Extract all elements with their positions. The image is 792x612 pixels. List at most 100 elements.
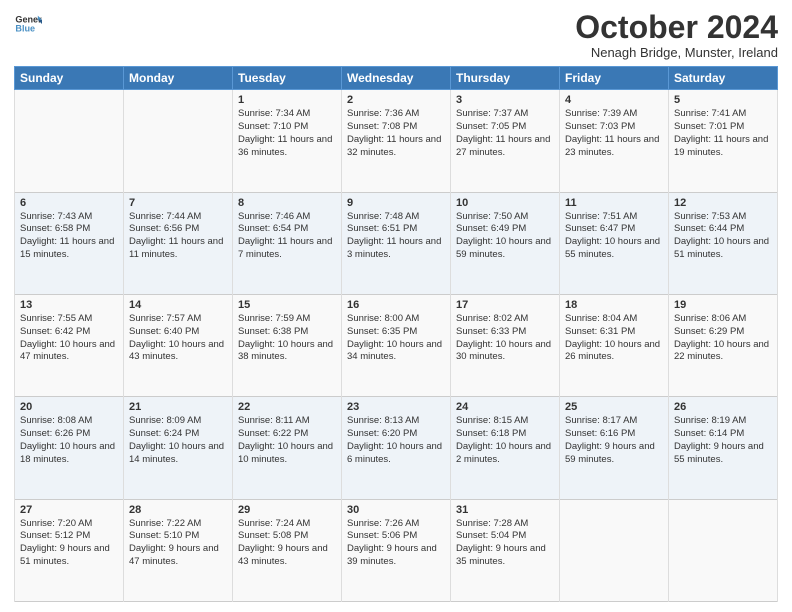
day-number: 16 <box>347 299 445 311</box>
day-info: Sunrise: 7:55 AM Sunset: 6:42 PM Dayligh… <box>20 313 118 364</box>
day-cell: 23 Sunrise: 8:13 AM Sunset: 6:20 PM Dayli… <box>342 397 451 499</box>
day-info: Sunrise: 7:53 AM Sunset: 6:44 PM Dayligh… <box>674 211 772 262</box>
day-cell: 24Sunrise: 8:15 AM Sunset: 6:18 PM Dayli… <box>451 397 560 499</box>
day-info: Sunrise: 7:34 AM Sunset: 7:10 PM Dayligh… <box>238 108 336 159</box>
day-number: 18 <box>565 299 663 311</box>
day-cell: 27 Sunrise: 7:20 AM Sunset: 5:12 PM Dayli… <box>15 499 124 601</box>
day-number: 11 <box>565 197 663 209</box>
day-info: Sunrise: 7:28 AM Sunset: 5:04 PM Dayligh… <box>456 518 554 569</box>
day-info: Sunrise: 7:22 AM Sunset: 5:10 PM Dayligh… <box>129 518 227 569</box>
logo: General Blue <box>14 10 42 38</box>
day-number: 6 <box>20 197 118 209</box>
day-cell: 9 Sunrise: 7:48 AM Sunset: 6:51 PM Daylig… <box>342 192 451 294</box>
day-cell: 18 Sunrise: 8:04 AM Sunset: 6:31 PM Dayli… <box>560 294 669 396</box>
day-info: Sunrise: 7:37 AM Sunset: 7:05 PM Dayligh… <box>456 108 554 159</box>
day-cell: 28 Sunrise: 7:22 AM Sunset: 5:10 PM Dayli… <box>124 499 233 601</box>
day-number: 28 <box>129 504 227 516</box>
day-cell: 26 Sunrise: 8:19 AM Sunset: 6:14 PM Dayli… <box>669 397 778 499</box>
day-info: Sunrise: 8:19 AM Sunset: 6:14 PM Dayligh… <box>674 415 772 466</box>
day-info: Sunrise: 7:46 AM Sunset: 6:54 PM Dayligh… <box>238 211 336 262</box>
day-info: Sunrise: 7:59 AM Sunset: 6:38 PM Dayligh… <box>238 313 336 364</box>
header-tuesday: Tuesday <box>233 67 342 90</box>
day-info: Sunrise: 8:04 AM Sunset: 6:31 PM Dayligh… <box>565 313 663 364</box>
day-number: 7 <box>129 197 227 209</box>
day-number: 29 <box>238 504 336 516</box>
header-monday: Monday <box>124 67 233 90</box>
day-number: 3 <box>456 94 554 106</box>
day-info: Sunrise: 7:26 AM Sunset: 5:06 PM Dayligh… <box>347 518 445 569</box>
day-info: Sunrise: 8:17 AM Sunset: 6:16 PM Dayligh… <box>565 415 663 466</box>
header-saturday: Saturday <box>669 67 778 90</box>
day-number: 5 <box>674 94 772 106</box>
day-info: Sunrise: 7:51 AM Sunset: 6:47 PM Dayligh… <box>565 211 663 262</box>
day-cell: 21 Sunrise: 8:09 AM Sunset: 6:24 PM Dayli… <box>124 397 233 499</box>
day-info: Sunrise: 7:57 AM Sunset: 6:40 PM Dayligh… <box>129 313 227 364</box>
day-number: 20 <box>20 401 118 413</box>
day-info: Sunrise: 7:44 AM Sunset: 6:56 PM Dayligh… <box>129 211 227 262</box>
day-cell: 13Sunrise: 7:55 AM Sunset: 6:42 PM Dayli… <box>15 294 124 396</box>
title-block: October 2024 Nenagh Bridge, Munster, Ire… <box>575 10 778 60</box>
day-cell: 11 Sunrise: 7:51 AM Sunset: 6:47 PM Dayli… <box>560 192 669 294</box>
day-info: Sunrise: 8:02 AM Sunset: 6:33 PM Dayligh… <box>456 313 554 364</box>
calendar-header-row: SundayMondayTuesdayWednesdayThursdayFrid… <box>15 67 778 90</box>
day-cell: 14 Sunrise: 7:57 AM Sunset: 6:40 PM Dayli… <box>124 294 233 396</box>
day-cell: 8Sunrise: 7:46 AM Sunset: 6:54 PM Daylig… <box>233 192 342 294</box>
day-cell: 4 Sunrise: 7:39 AM Sunset: 7:03 PM Daylig… <box>560 90 669 192</box>
week-row-4: 20Sunrise: 8:08 AM Sunset: 6:26 PM Dayli… <box>15 397 778 499</box>
svg-text:Blue: Blue <box>15 24 35 34</box>
day-info: Sunrise: 8:06 AM Sunset: 6:29 PM Dayligh… <box>674 313 772 364</box>
day-number: 27 <box>20 504 118 516</box>
day-number: 22 <box>238 401 336 413</box>
day-cell: 20Sunrise: 8:08 AM Sunset: 6:26 PM Dayli… <box>15 397 124 499</box>
day-cell: 12 Sunrise: 7:53 AM Sunset: 6:44 PM Dayli… <box>669 192 778 294</box>
day-cell: 1Sunrise: 7:34 AM Sunset: 7:10 PM Daylig… <box>233 90 342 192</box>
day-cell <box>560 499 669 601</box>
week-row-1: 1Sunrise: 7:34 AM Sunset: 7:10 PM Daylig… <box>15 90 778 192</box>
day-number: 12 <box>674 197 772 209</box>
day-number: 2 <box>347 94 445 106</box>
day-cell: 3 Sunrise: 7:37 AM Sunset: 7:05 PM Daylig… <box>451 90 560 192</box>
day-number: 21 <box>129 401 227 413</box>
day-cell <box>15 90 124 192</box>
day-cell: 6Sunrise: 7:43 AM Sunset: 6:58 PM Daylig… <box>15 192 124 294</box>
header-sunday: Sunday <box>15 67 124 90</box>
header-friday: Friday <box>560 67 669 90</box>
week-row-3: 13Sunrise: 7:55 AM Sunset: 6:42 PM Dayli… <box>15 294 778 396</box>
location: Nenagh Bridge, Munster, Ireland <box>575 45 778 60</box>
day-number: 24 <box>456 401 554 413</box>
day-number: 14 <box>129 299 227 311</box>
day-info: Sunrise: 8:11 AM Sunset: 6:22 PM Dayligh… <box>238 415 336 466</box>
week-row-5: 27 Sunrise: 7:20 AM Sunset: 5:12 PM Dayli… <box>15 499 778 601</box>
day-info: Sunrise: 8:09 AM Sunset: 6:24 PM Dayligh… <box>129 415 227 466</box>
day-number: 26 <box>674 401 772 413</box>
day-info: Sunrise: 8:13 AM Sunset: 6:20 PM Dayligh… <box>347 415 445 466</box>
day-info: Sunrise: 7:39 AM Sunset: 7:03 PM Dayligh… <box>565 108 663 159</box>
day-cell: 31 Sunrise: 7:28 AM Sunset: 5:04 PM Dayli… <box>451 499 560 601</box>
day-number: 19 <box>674 299 772 311</box>
page-header: General Blue October 2024 Nenagh Bridge,… <box>14 10 778 60</box>
day-cell: 2Sunrise: 7:36 AM Sunset: 7:08 PM Daylig… <box>342 90 451 192</box>
header-wednesday: Wednesday <box>342 67 451 90</box>
day-number: 31 <box>456 504 554 516</box>
day-cell <box>669 499 778 601</box>
day-cell: 15 Sunrise: 7:59 AM Sunset: 6:38 PM Dayli… <box>233 294 342 396</box>
day-number: 30 <box>347 504 445 516</box>
day-cell: 17 Sunrise: 8:02 AM Sunset: 6:33 PM Dayli… <box>451 294 560 396</box>
day-info: Sunrise: 7:50 AM Sunset: 6:49 PM Dayligh… <box>456 211 554 262</box>
day-number: 17 <box>456 299 554 311</box>
day-number: 9 <box>347 197 445 209</box>
day-info: Sunrise: 7:48 AM Sunset: 6:51 PM Dayligh… <box>347 211 445 262</box>
day-info: Sunrise: 8:00 AM Sunset: 6:35 PM Dayligh… <box>347 313 445 364</box>
day-cell: 16 Sunrise: 8:00 AM Sunset: 6:35 PM Dayli… <box>342 294 451 396</box>
day-number: 4 <box>565 94 663 106</box>
calendar-table: SundayMondayTuesdayWednesdayThursdayFrid… <box>14 66 778 602</box>
week-row-2: 6Sunrise: 7:43 AM Sunset: 6:58 PM Daylig… <box>15 192 778 294</box>
day-info: Sunrise: 7:20 AM Sunset: 5:12 PM Dayligh… <box>20 518 118 569</box>
day-cell: 25Sunrise: 8:17 AM Sunset: 6:16 PM Dayli… <box>560 397 669 499</box>
header-thursday: Thursday <box>451 67 560 90</box>
day-cell: 19 Sunrise: 8:06 AM Sunset: 6:29 PM Dayli… <box>669 294 778 396</box>
day-number: 15 <box>238 299 336 311</box>
day-cell: 5Sunrise: 7:41 AM Sunset: 7:01 PM Daylig… <box>669 90 778 192</box>
day-cell: 22 Sunrise: 8:11 AM Sunset: 6:22 PM Dayli… <box>233 397 342 499</box>
day-number: 23 <box>347 401 445 413</box>
